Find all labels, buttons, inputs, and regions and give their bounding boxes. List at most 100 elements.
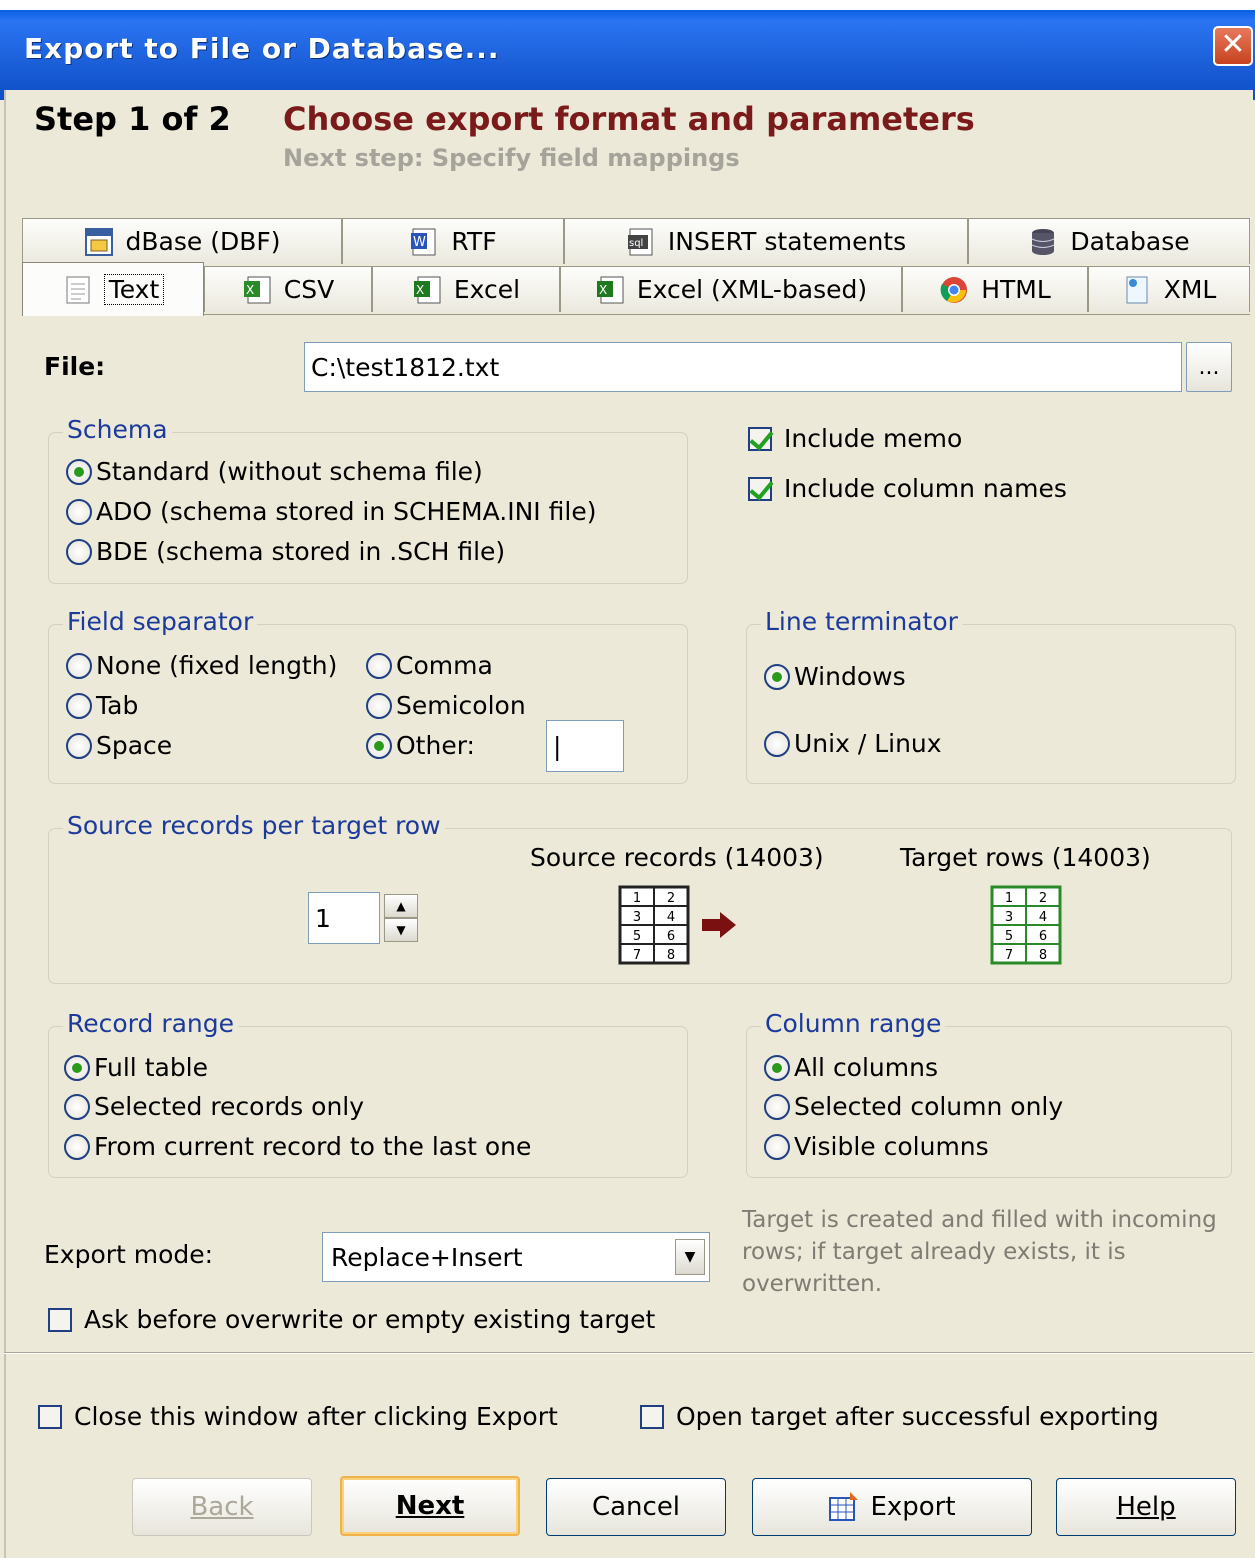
checkbox-icon [748,426,772,451]
range-current-to-last-radio[interactable]: From current record to the last one [64,1132,531,1161]
tab-csv[interactable]: X CSV [204,266,372,312]
radio-label: All columns [794,1053,938,1082]
svg-text:sql: sql [629,238,643,249]
schema-ado-radio[interactable]: ADO (schema stored in SCHEMA.INI file) [66,497,596,526]
tab-excel-xml[interactable]: X Excel (XML-based) [560,266,902,312]
schema-standard-radio[interactable]: Standard (without schema file) [66,457,483,486]
spin-up-icon[interactable]: ▲ [384,894,418,918]
columns-selected-radio[interactable]: Selected column only [764,1092,1063,1121]
schema-bde-radio[interactable]: BDE (schema stored in .SCH file) [66,537,505,566]
radio-label: Other: [396,731,475,760]
grid-cell-label: 4 [667,910,675,925]
open-target-checkbox[interactable]: Open target after successful exporting [640,1402,1159,1431]
separator-tab-radio[interactable]: Tab [66,691,138,720]
radio-label: Semicolon [396,691,526,720]
source-grid-icon: 1 2 3 4 5 6 7 8 [618,885,690,965]
separator-space-radio[interactable]: Space [66,731,172,760]
tab-excel[interactable]: X Excel [372,266,560,312]
svg-text:X: X [599,283,607,297]
tab-label: CSV [283,275,335,304]
radio-icon [66,498,92,525]
next-step-hint: Next step: Specify field mappings [283,144,740,172]
records-per-row-spinner[interactable]: ▲ ▼ [384,894,418,942]
separator-other-radio[interactable]: Other: [366,731,475,760]
tab-label: RTF [451,227,497,256]
tab-dbase[interactable]: dBase (DBF) [22,218,342,264]
tab-xml[interactable]: XML [1088,266,1250,312]
close-button[interactable]: ✕ [1213,26,1253,66]
button-label: Cancel [591,1492,681,1522]
terminator-unix-radio[interactable]: Unix / Linux [764,729,942,758]
radio-icon [64,1133,90,1160]
checkbox-label: Include memo [784,424,963,453]
chevron-down-icon[interactable]: ▼ [675,1239,705,1275]
help-button[interactable]: Help [1056,1478,1236,1536]
include-memo-checkbox[interactable]: Include memo [748,424,962,453]
tab-rtf[interactable]: W RTF [342,218,564,264]
target-grid-icon: 1 2 3 4 5 6 7 8 [990,885,1062,965]
field-separator-label: Field separator [63,607,258,636]
records-per-row-input[interactable]: 1 [308,892,380,944]
separator-comma-radio[interactable]: Comma [366,651,493,680]
radio-icon [64,1054,90,1081]
excel-icon: X [412,275,442,305]
radio-icon [66,692,92,719]
grid-cell-label: 4 [1039,910,1047,925]
schema-label: Schema [63,415,172,444]
radio-icon [366,652,392,679]
target-rows-label: Target rows (14003) [900,843,1151,872]
back-button[interactable]: Back [132,1478,312,1536]
records-per-row-label: Source records per target row [63,811,445,840]
range-full-table-radio[interactable]: Full table [64,1053,208,1082]
tab-label: Database [1070,227,1190,256]
separator-none-radio[interactable]: None (fixed length) [66,651,337,680]
checkbox-icon [748,476,772,501]
step-indicator: Step 1 of 2 [34,100,231,138]
close-after-export-checkbox[interactable]: Close this window after clicking Export [38,1402,558,1431]
rtf-icon: W [409,227,439,257]
xml-icon [1122,275,1152,305]
range-selected-records-radio[interactable]: Selected records only [64,1092,364,1121]
line-terminator-label: Line terminator [761,607,962,636]
radio-icon [66,732,92,759]
radio-icon [366,732,392,759]
tab-insert-statements[interactable]: sql INSERT statements [564,218,968,264]
tab-html[interactable]: HTML [902,266,1088,312]
ask-before-overwrite-checkbox[interactable]: Ask before overwrite or empty existing t… [48,1305,655,1334]
close-icon: ✕ [1220,27,1246,62]
grid-cell-label: 6 [1039,929,1047,944]
tab-text[interactable]: Text [22,262,204,316]
next-button[interactable]: Next [340,1476,520,1536]
radio-label: ADO (schema stored in SCHEMA.INI file) [96,497,597,526]
tab-database[interactable]: Database [968,218,1250,264]
radio-icon [366,692,392,719]
grid-cell-label: 3 [1005,910,1013,925]
title-bar[interactable]: Export to File or Database... ✕ [0,0,1255,100]
export-button[interactable]: Export [752,1478,1032,1536]
include-column-names-checkbox[interactable]: Include column names [748,474,1067,503]
export-mode-select[interactable]: Replace+Insert ▼ [322,1232,710,1282]
excel-xml-icon: X [595,275,625,305]
grid-cell-label: 5 [633,929,641,944]
database-icon [1028,227,1058,257]
radio-label: Full table [94,1053,209,1082]
tab-label: INSERT statements [667,227,907,256]
separator-semicolon-radio[interactable]: Semicolon [366,691,526,720]
radio-label: Unix / Linux [794,729,942,758]
export-mode-value: Replace+Insert [331,1242,523,1272]
radio-label: Visible columns [794,1132,989,1161]
columns-all-radio[interactable]: All columns [764,1053,938,1082]
grid-cell-label: 7 [633,948,641,963]
file-path-input[interactable]: C:\test1812.txt [304,342,1182,392]
browse-button[interactable]: ... [1186,342,1232,392]
tab-label: XML [1163,275,1217,304]
columns-visible-radio[interactable]: Visible columns [764,1132,989,1161]
spin-down-icon[interactable]: ▼ [384,918,418,942]
other-separator-input[interactable]: | [546,720,624,772]
text-file-icon [63,275,93,305]
terminator-windows-radio[interactable]: Windows [764,662,906,691]
tab-label: Text [103,274,165,305]
cancel-button[interactable]: Cancel [546,1478,726,1536]
export-mode-note: Target is created and filled with incomi… [742,1207,1217,1297]
radio-icon [764,730,790,757]
